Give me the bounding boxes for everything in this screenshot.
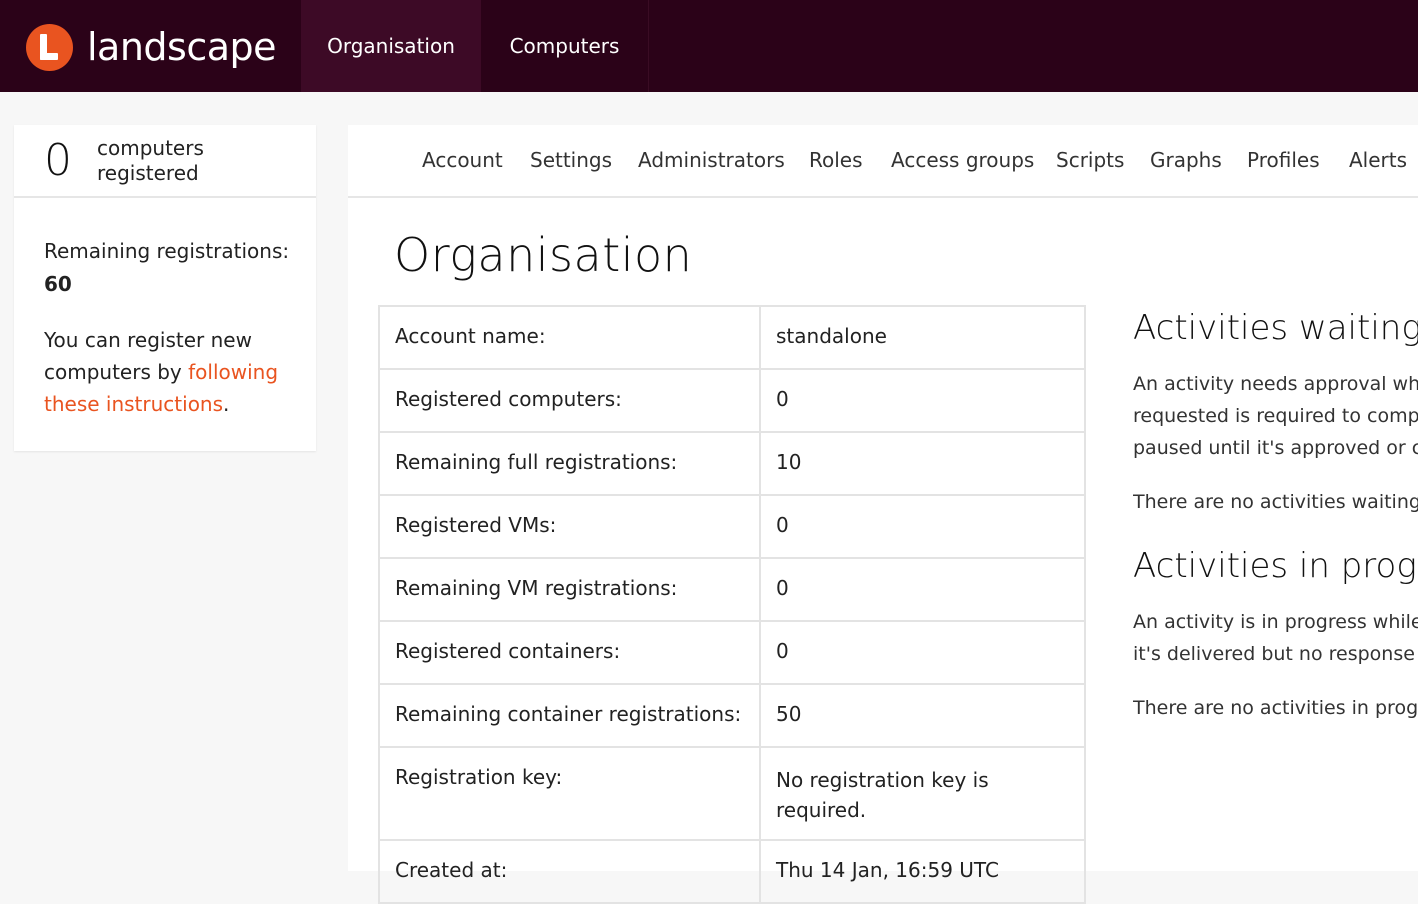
landscape-logo[interactable]: landscape [26,22,277,72]
row-value: 50 [759,683,1086,748]
row-value: 0 [759,494,1086,559]
nav-tab-organisation[interactable]: Organisation [301,0,481,92]
activities-waiting-empty: There are no activities waiting [1133,491,1418,513]
page-title: Organisation [394,228,693,282]
table-row: Registration key: No registration key is… [378,746,1086,841]
activities-progress-desc-line: it's delivered but no response [1133,643,1415,665]
computer-count: 0 [44,135,72,186]
row-key: Registration key: [378,746,761,841]
subnav-access-groups[interactable]: Access groups [891,125,1034,196]
row-key: Registered containers: [378,620,761,685]
organisation-subnav: Account Settings Administrators Roles Ac… [348,125,1418,198]
subnav-administrators[interactable]: Administrators [638,125,785,196]
logo-text: landscape [87,25,277,69]
nav-tab-computers[interactable]: Computers [481,0,648,92]
subnav-scripts[interactable]: Scripts [1056,125,1124,196]
remaining-registrations-label: Remaining registrations: [44,239,290,263]
table-row: Created at: Thu 14 Jan, 16:59 UTC [378,839,1086,904]
row-key: Registered VMs: [378,494,761,559]
landscape-logo-icon [26,23,73,71]
activities-waiting-desc-line: An activity needs approval whe [1133,373,1418,395]
register-instructions-text: You can register new computers by follow… [44,324,294,420]
row-key: Registered computers: [378,368,761,433]
row-value: Thu 14 Jan, 16:59 UTC [759,839,1086,904]
subnav-alerts[interactable]: Alerts [1349,125,1407,196]
top-navigation-bar: landscape Organisation Computers [0,0,1418,92]
activities-waiting-desc-line: paused until it's approved or c [1133,437,1418,459]
row-key: Remaining VM registrations: [378,557,761,622]
table-row: Remaining VM registrations: 0 [378,557,1086,622]
register-text-suffix: . [223,392,230,416]
activities-progress-desc-line: An activity is in progress while [1133,611,1418,633]
row-key: Account name: [378,305,761,370]
row-value: 0 [759,368,1086,433]
row-value: 0 [759,557,1086,622]
table-row: Remaining container registrations: 50 [378,683,1086,748]
subnav-profiles[interactable]: Profiles [1247,125,1320,196]
activities-waiting-title: Activities waiting f [1133,308,1418,348]
activities-progress-title: Activities in progre [1133,546,1418,586]
activities-waiting-desc-line: requested is required to comp [1133,405,1418,427]
row-key: Created at: [378,839,761,904]
nav-divider [648,0,649,92]
subnav-settings[interactable]: Settings [530,125,612,196]
subnav-graphs[interactable]: Graphs [1150,125,1222,196]
table-row: Registered computers: 0 [378,368,1086,433]
organisation-info-table: Account name: standalone Registered comp… [378,305,1086,904]
computer-count-row: 0 computers registered [14,125,316,198]
remaining-registrations-value: 60 [44,272,72,296]
table-row: Registered containers: 0 [378,620,1086,685]
table-row: Account name: standalone [378,305,1086,370]
row-key: Remaining full registrations: [378,431,761,496]
row-key: Remaining container registrations: [378,683,761,748]
row-value: standalone [759,305,1086,370]
main-panel: Organisation Account name: standalone Re… [348,198,1418,904]
subnav-account[interactable]: Account [422,125,503,196]
table-row: Remaining full registrations: 10 [378,431,1086,496]
row-value: 10 [759,431,1086,496]
row-value: No registration key is required. [759,746,1086,841]
computer-count-label: computers registered [97,136,204,185]
registration-summary-card: 0 computers registered Remaining registr… [14,125,316,451]
activities-progress-empty: There are no activities in progr [1133,697,1418,719]
activities-sidebar: Activities waiting f An activity needs a… [1133,308,1418,724]
row-value: 0 [759,620,1086,685]
table-row: Registered VMs: 0 [378,494,1086,559]
subnav-roles[interactable]: Roles [809,125,863,196]
